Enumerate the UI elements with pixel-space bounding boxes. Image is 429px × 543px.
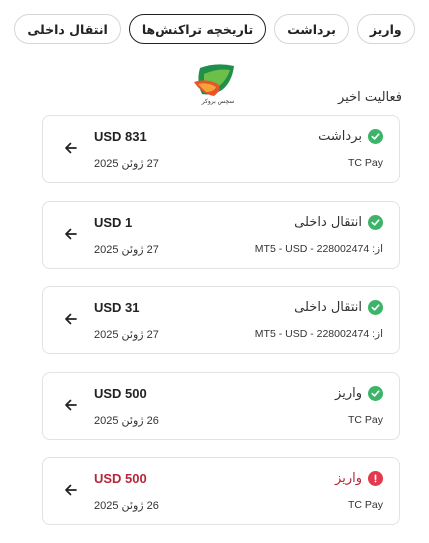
transaction-type: انتقال داخلی [294, 214, 362, 230]
transaction-amount: USD 831 [94, 129, 147, 144]
check-circle-icon [368, 300, 383, 315]
transaction-list: برداشت TC Pay USD 831 27 ژوئن 2025 انتقا… [42, 115, 400, 543]
arrow-left-icon[interactable] [64, 226, 78, 242]
transaction-card[interactable]: انتقال داخلی از: MT5 - USD - 228002474 U… [42, 200, 400, 269]
transaction-type: انتقال داخلی [294, 300, 362, 315]
transaction-date: 26 ژوئن 2025 [94, 500, 159, 512]
transaction-source: TC Pay [347, 499, 383, 511]
transaction-card[interactable]: واریز TC Pay USD 500 26 ژوئن 2025 [42, 371, 400, 440]
arrow-left-icon[interactable] [64, 482, 78, 498]
tab-internal-transfer[interactable]: انتقال داخلی [14, 14, 121, 44]
section-title: فعالیت اخیر [338, 90, 402, 105]
transaction-date: 26 ژوئن 2025 [94, 414, 159, 427]
logo-caption: سچس بروکر [201, 98, 235, 105]
transaction-date: 27 ژوئن 2025 [94, 158, 159, 170]
transaction-type-row: انتقال داخلی [294, 214, 383, 230]
arrow-left-icon[interactable] [64, 140, 78, 156]
transaction-date: 27 ژوئن 2025 [94, 329, 159, 341]
check-circle-icon [368, 214, 383, 230]
arrow-left-icon[interactable] [64, 397, 78, 413]
transaction-date: 27 ژوئن 2025 [94, 243, 159, 256]
check-circle-icon [368, 385, 383, 401]
transaction-amount: USD 31 [94, 300, 140, 315]
transaction-source: TC Pay [347, 413, 383, 426]
transaction-source: از: MT5 - USD - 228002474 [254, 328, 383, 340]
transaction-amount: USD 500 [94, 471, 147, 486]
transaction-type: برداشت [318, 129, 362, 144]
transaction-type: واریز [335, 471, 362, 486]
transaction-type: واریز [335, 385, 362, 401]
transaction-card[interactable]: واریز TC Pay USD 500 26 ژوئن 2025 [42, 457, 400, 525]
arrow-left-icon[interactable] [64, 311, 78, 327]
transaction-amount: USD 500 [94, 385, 147, 401]
exclamation-circle-icon [368, 471, 383, 486]
transaction-source: از: MT5 - USD - 228002474 [254, 242, 383, 255]
tab-deposit[interactable]: واریز [356, 14, 415, 44]
transaction-type-row: واریز [335, 471, 383, 486]
transaction-type-row: انتقال داخلی [294, 300, 383, 315]
transaction-source: TC Pay [347, 157, 383, 169]
transaction-type-row: واریز [335, 385, 383, 401]
transaction-amount: USD 1 [94, 214, 133, 230]
transaction-card[interactable]: انتقال داخلی از: MT5 - USD - 228002474 U… [42, 286, 400, 354]
transaction-card[interactable]: برداشت TC Pay USD 831 27 ژوئن 2025 [42, 115, 400, 183]
transaction-type-row: برداشت [318, 129, 383, 144]
check-circle-icon [368, 129, 383, 144]
tab-transaction-history[interactable]: تاریخچه تراکنش‌ها [128, 14, 267, 44]
tab-bar: واریز برداشت تاریخچه تراکنش‌ها انتقال دا… [0, 14, 429, 44]
tab-withdraw[interactable]: برداشت [274, 14, 349, 44]
